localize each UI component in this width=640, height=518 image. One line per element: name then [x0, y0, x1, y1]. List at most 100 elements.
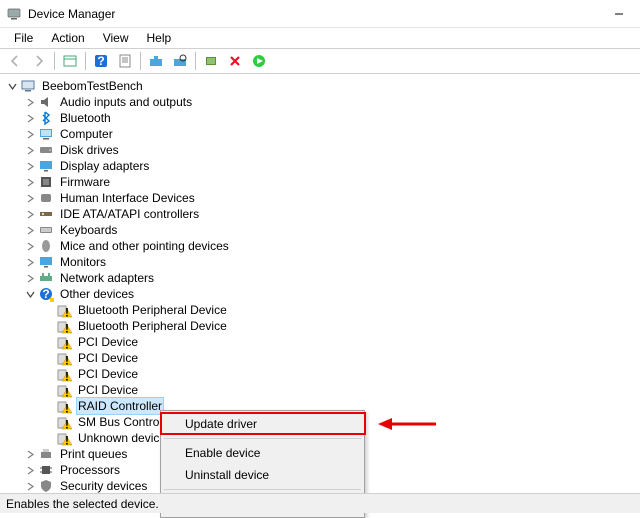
chevron-right-icon[interactable]	[24, 192, 36, 204]
chevron-down-icon[interactable]	[6, 80, 18, 92]
category-icon	[38, 158, 54, 174]
node-label: Bluetooth Peripheral Device	[76, 302, 229, 318]
category-icon	[38, 94, 54, 110]
context-uninstall-device[interactable]: Uninstall device	[163, 464, 362, 486]
tree-device[interactable]: !Bluetooth Peripheral Device	[6, 318, 640, 334]
menu-file[interactable]: File	[6, 29, 41, 47]
chevron-down-icon[interactable]	[24, 288, 36, 300]
node-label: PCI Device	[76, 350, 140, 366]
svg-text:?: ?	[97, 54, 104, 68]
tree-device[interactable]: !PCI Device	[6, 382, 640, 398]
context-separator	[164, 489, 361, 490]
chevron-right-icon[interactable]	[24, 160, 36, 172]
chevron-right-icon[interactable]	[24, 208, 36, 220]
menu-action[interactable]: Action	[43, 29, 92, 47]
node-label: Bluetooth	[58, 110, 113, 126]
status-text: Enables the selected device.	[6, 497, 159, 511]
tree-category[interactable]: Disk drives	[6, 142, 640, 158]
tree-category[interactable]: IDE ATA/ATAPI controllers	[6, 206, 640, 222]
chevron-right-icon[interactable]	[24, 224, 36, 236]
node-label: Computer	[58, 126, 115, 142]
chevron-right-icon[interactable]	[24, 256, 36, 268]
other-devices-icon: ?	[38, 286, 54, 302]
svg-text:!: !	[65, 418, 69, 431]
menu-help[interactable]: Help	[139, 29, 180, 47]
tree-category[interactable]: Bluetooth	[6, 110, 640, 126]
tree-category[interactable]: Network adapters	[6, 270, 640, 286]
warning-device-icon: !	[56, 302, 72, 318]
context-separator	[164, 438, 361, 439]
warning-device-icon: !	[56, 366, 72, 382]
node-label: Print queues	[58, 446, 129, 462]
category-icon	[38, 126, 54, 142]
tree-category-other[interactable]: ?Other devices	[6, 286, 640, 302]
menu-bar: File Action View Help	[0, 28, 640, 48]
update-driver-button[interactable]	[145, 50, 167, 72]
tree-category[interactable]: Mice and other pointing devices	[6, 238, 640, 254]
category-icon	[38, 222, 54, 238]
category-icon	[38, 478, 54, 494]
spacer	[42, 304, 54, 316]
node-label: Firmware	[58, 174, 112, 190]
scan-button[interactable]	[169, 50, 191, 72]
chevron-right-icon[interactable]	[24, 480, 36, 492]
tree-category[interactable]: Audio inputs and outputs	[6, 94, 640, 110]
tree-device[interactable]: !PCI Device	[6, 366, 640, 382]
context-update-driver[interactable]: Update driver	[163, 413, 362, 435]
back-button[interactable]	[4, 50, 26, 72]
category-icon	[38, 254, 54, 270]
node-label: Display adapters	[58, 158, 151, 174]
node-label: IDE ATA/ATAPI controllers	[58, 206, 201, 222]
node-label: PCI Device	[76, 334, 140, 350]
chevron-right-icon[interactable]	[24, 240, 36, 252]
tree-device[interactable]: !PCI Device	[6, 334, 640, 350]
node-label: Unknown device	[76, 430, 168, 446]
spacer	[42, 416, 54, 428]
uninstall-button[interactable]	[224, 50, 246, 72]
node-label: SM Bus Controll	[76, 414, 167, 430]
node-label: Human Interface Devices	[58, 190, 197, 206]
chevron-right-icon[interactable]	[24, 448, 36, 460]
tree-category[interactable]: Display adapters	[6, 158, 640, 174]
menu-view[interactable]: View	[95, 29, 137, 47]
minimize-button[interactable]	[612, 7, 626, 21]
enable-button[interactable]	[248, 50, 270, 72]
tree-category[interactable]: Monitors	[6, 254, 640, 270]
svg-text:!: !	[65, 434, 69, 447]
show-hide-button[interactable]	[59, 50, 81, 72]
tree-category[interactable]: Human Interface Devices	[6, 190, 640, 206]
context-label: Enable device	[185, 446, 260, 460]
chevron-right-icon[interactable]	[24, 112, 36, 124]
category-icon	[38, 174, 54, 190]
chevron-right-icon[interactable]	[24, 144, 36, 156]
tree-category[interactable]: Computer	[6, 126, 640, 142]
tree-category[interactable]: Firmware	[6, 174, 640, 190]
svg-text:!: !	[65, 354, 69, 367]
device-button[interactable]	[200, 50, 222, 72]
category-icon	[38, 190, 54, 206]
spacer	[42, 336, 54, 348]
svg-text:!: !	[65, 322, 69, 335]
tree-category[interactable]: Keyboards	[6, 222, 640, 238]
chevron-right-icon[interactable]	[24, 464, 36, 476]
chevron-right-icon[interactable]	[24, 272, 36, 284]
tree-device[interactable]: ! PCI Device	[6, 350, 640, 366]
window-title: Device Manager	[28, 7, 115, 21]
category-icon	[38, 238, 54, 254]
tree-device[interactable]: !Bluetooth Peripheral Device	[6, 302, 640, 318]
toolbar-separator	[195, 52, 196, 70]
spacer	[42, 368, 54, 380]
tree-root[interactable]: BeebomTestBench	[6, 78, 640, 94]
toolbar: ?	[0, 48, 640, 74]
app-icon	[6, 6, 22, 22]
forward-button[interactable]	[28, 50, 50, 72]
help-button[interactable]: ?	[90, 50, 112, 72]
chevron-right-icon[interactable]	[24, 96, 36, 108]
chevron-right-icon[interactable]	[24, 176, 36, 188]
spacer	[42, 320, 54, 332]
chevron-right-icon[interactable]	[24, 128, 36, 140]
properties-button[interactable]	[114, 50, 136, 72]
spacer	[42, 400, 54, 412]
context-enable-device[interactable]: Enable device	[163, 442, 362, 464]
svg-text:?: ?	[42, 287, 49, 301]
